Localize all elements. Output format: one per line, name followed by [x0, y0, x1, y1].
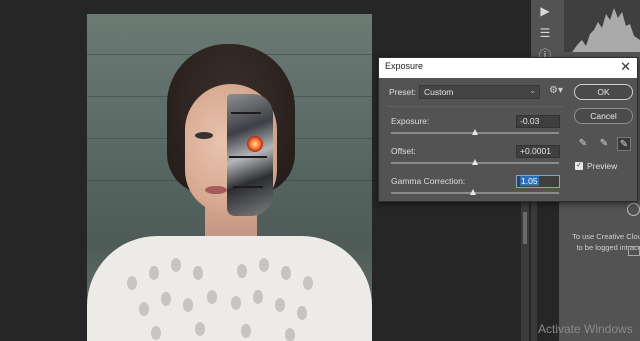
- photo-lips: [205, 186, 227, 194]
- preview-label: Preview: [587, 161, 618, 171]
- photo-robot-eye: [247, 136, 263, 152]
- lace-hole: [259, 258, 269, 272]
- dialog-title: Exposure: [385, 61, 424, 71]
- eyedropper-gray-icon[interactable]: ✎: [597, 137, 611, 151]
- robot-plate-line: [231, 112, 261, 114]
- lace-hole: [183, 298, 193, 312]
- gamma-field[interactable]: 1.05: [516, 175, 560, 188]
- lace-hole: [151, 326, 161, 340]
- lace-hole: [285, 328, 295, 341]
- lace-hole: [237, 264, 247, 278]
- preset-label: Preset:: [389, 87, 416, 97]
- photo-eye: [195, 132, 213, 139]
- lace-hole: [171, 258, 181, 272]
- robot-plate-line: [229, 156, 267, 158]
- photo-robot-half: [227, 94, 273, 216]
- lace-hole: [281, 266, 291, 280]
- photo-blouse: [87, 236, 372, 341]
- lace-hole: [161, 292, 171, 306]
- chevron-down-icon: ⌄: [529, 86, 536, 95]
- eyedropper-white-icon[interactable]: ✎: [617, 137, 631, 151]
- gamma-label: Gamma Correction:: [391, 176, 466, 186]
- scrollbar-thumb[interactable]: [523, 212, 527, 244]
- ok-button[interactable]: OK: [574, 84, 633, 100]
- preview-checkbox[interactable]: ✓: [575, 162, 583, 170]
- play-icon[interactable]: ▶: [531, 0, 559, 22]
- creative-cloud-icon: [627, 203, 640, 216]
- lace-hole: [241, 324, 251, 338]
- lace-hole: [127, 276, 137, 290]
- preset-select[interactable]: Custom ⌄: [419, 85, 540, 99]
- lace-hole: [231, 296, 241, 310]
- lace-hole: [303, 276, 313, 290]
- offset-label: Offset:: [391, 146, 416, 156]
- adjustments-icon[interactable]: ☰: [531, 22, 559, 44]
- exposure-slider-thumb[interactable]: [472, 129, 478, 135]
- activate-windows-watermark: Activate Windows: [538, 322, 633, 336]
- exposure-label: Exposure:: [391, 116, 430, 126]
- histogram-panel: [564, 0, 640, 52]
- lace-hole: [195, 322, 205, 336]
- document-canvas[interactable]: [87, 14, 372, 341]
- offset-slider-thumb[interactable]: [472, 159, 478, 165]
- eyedropper-black-icon[interactable]: ✎: [576, 137, 590, 151]
- lace-hole: [149, 266, 159, 280]
- photoshop-workspace: ▶ ☰ ⓘ To use Creative Cloud to be logged…: [0, 0, 640, 341]
- histogram-graph: [572, 8, 640, 52]
- exposure-field[interactable]: -0.03: [516, 115, 560, 128]
- close-icon[interactable]: ✕: [620, 59, 631, 75]
- robot-plate-line: [233, 186, 263, 188]
- divider: [387, 106, 563, 107]
- lace-hole: [193, 266, 203, 280]
- lace-hole: [139, 302, 149, 316]
- preset-value: Custom: [424, 87, 454, 97]
- lace-hole: [253, 290, 263, 304]
- panel-control[interactable]: [628, 246, 640, 256]
- dialog-titlebar[interactable]: Exposure ✕: [379, 58, 637, 78]
- gear-icon[interactable]: ⚙▾: [549, 85, 563, 96]
- offset-field[interactable]: +0.0001: [516, 145, 560, 158]
- gamma-value: 1.05: [520, 176, 539, 186]
- cancel-button[interactable]: Cancel: [574, 108, 633, 124]
- exposure-dialog: Exposure ✕ Preset: Custom ⌄ ⚙▾ Exposure:…: [378, 57, 638, 202]
- lace-hole: [297, 306, 307, 320]
- lace-hole: [207, 290, 217, 304]
- lace-hole: [275, 298, 285, 312]
- gamma-slider-thumb[interactable]: [470, 189, 477, 195]
